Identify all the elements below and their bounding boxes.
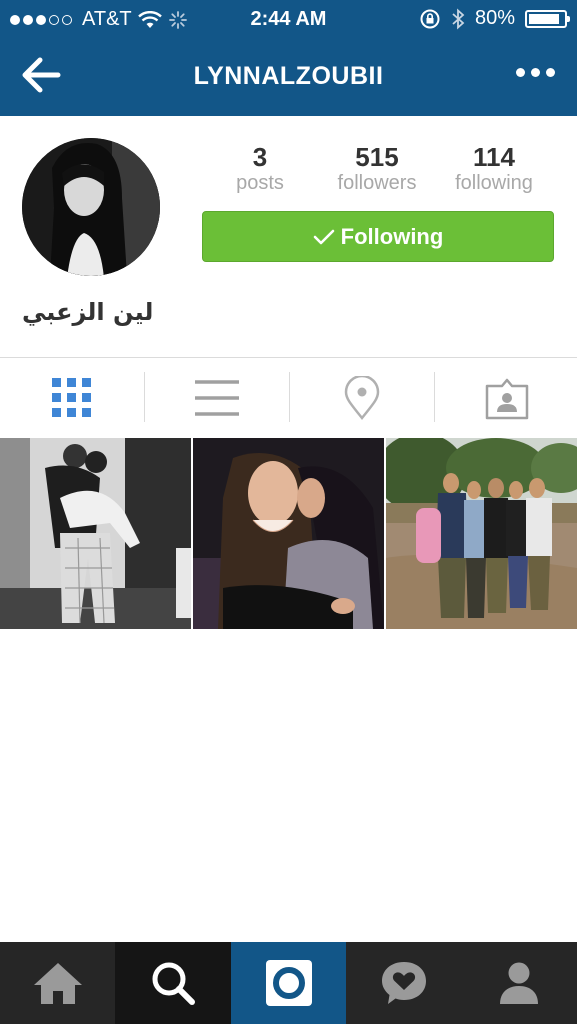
battery-icon [525,9,570,28]
followers-number: 515 [355,142,399,172]
nav-activity[interactable] [346,942,461,1024]
following-button[interactable]: Following [202,211,554,262]
bluetooth-icon [452,7,465,30]
nav-search[interactable] [115,942,231,1024]
camera-icon [265,960,312,1006]
nav-profile[interactable] [461,942,577,1024]
profile-full-name: لين الزعبي [22,298,154,326]
posts-count[interactable]: 3 posts [200,142,320,194]
tab-tagged[interactable] [435,358,577,438]
nav-camera[interactable] [231,942,346,1024]
profile-icon [500,962,538,1004]
activity-icon [381,962,426,1004]
list-icon [195,380,239,416]
following-button-label: Following [340,223,444,249]
profile-tabs [0,358,577,438]
post-thumbnail[interactable] [386,438,577,629]
battery-percent: 80% [474,7,515,29]
tab-location[interactable] [290,358,434,438]
following-count[interactable]: 114 following [434,142,554,194]
bottom-nav [0,942,577,1024]
post-thumbnail[interactable] [193,438,384,629]
following-number: 114 [473,142,515,172]
nav-home[interactable] [0,942,115,1024]
post-thumbnail[interactable] [0,438,191,629]
search-icon [152,962,195,1005]
tab-grid[interactable] [0,358,144,438]
status-bar: AT&T 2:44 AM 80% [0,0,577,38]
status-right: 80% [419,7,570,30]
app-header: AT&T 2:44 AM 80% LYNNALZOUBII [0,0,577,116]
grid-icon [52,378,91,417]
tagged-photos-icon [485,378,529,420]
posts-label: posts [236,172,284,194]
nav-bar: LYNNALZOUBII [0,38,577,116]
avatar[interactable] [22,138,160,276]
posts-number: 3 [252,142,268,172]
followers-count[interactable]: 515 followers [317,142,437,194]
checkmark-icon [313,229,334,244]
home-icon [33,963,82,1004]
tab-list[interactable] [145,358,289,438]
location-pin-icon [344,376,380,420]
followers-label: followers [337,172,417,194]
rotation-lock-icon [420,9,440,28]
page-title: LYNNALZOUBII [193,62,384,90]
following-label: following [455,172,533,194]
more-options-icon[interactable] [514,62,557,83]
